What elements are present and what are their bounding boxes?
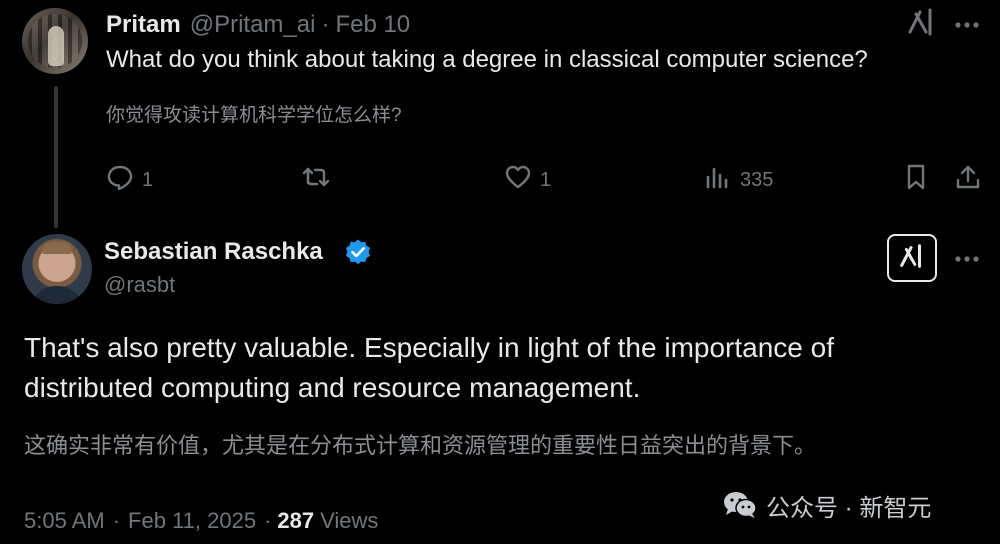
avatar-shirt xyxy=(30,286,84,304)
thread-line xyxy=(54,86,58,228)
like-count: 1 xyxy=(540,168,552,191)
more-icon[interactable] xyxy=(952,244,982,274)
bookmark-icon xyxy=(902,163,930,197)
grok-icon[interactable] xyxy=(906,6,938,38)
avatar[interactable] xyxy=(22,8,88,74)
grok-button[interactable] xyxy=(887,234,937,282)
avatar[interactable] xyxy=(22,234,92,304)
separator: · xyxy=(321,11,330,38)
share-icon xyxy=(954,163,982,197)
views-count[interactable]: 287 xyxy=(277,508,314,534)
verified-badge-icon[interactable] xyxy=(344,238,372,266)
tweet-text: What do you think about taking a degree … xyxy=(106,46,868,73)
tweet-text: That's also pretty valuable. Especially … xyxy=(24,332,834,403)
tweet-actions: 1 1 335 xyxy=(106,160,986,200)
share-button[interactable] xyxy=(954,160,982,200)
avatar-figure xyxy=(48,26,64,66)
views-button[interactable]: 335 xyxy=(704,160,773,200)
separator: · xyxy=(264,508,272,533)
bookmark-button[interactable] xyxy=(902,160,930,200)
tweet-date[interactable]: Feb 10 xyxy=(335,11,410,39)
reply-icon xyxy=(106,163,134,197)
retweet-button[interactable] xyxy=(302,160,338,200)
retweet-icon xyxy=(302,163,330,197)
tweet-date[interactable]: Feb 11, 2025 xyxy=(128,508,256,534)
more-icon[interactable] xyxy=(952,10,982,40)
wechat-icon xyxy=(722,490,758,520)
separator: · xyxy=(112,508,121,533)
tweet-time[interactable]: 5:05 AM xyxy=(24,508,105,534)
views-icon xyxy=(704,163,732,197)
reply-count: 1 xyxy=(142,168,154,191)
like-button[interactable]: 1 xyxy=(504,160,551,200)
tweet-translation: 这确实非常有价值，尤其是在分布式计算和资源管理的重要性日益突出的背景下。 xyxy=(24,433,817,458)
tweet-header: Pritam @Pritam_ai · Feb 10 xyxy=(106,11,410,41)
grok-icon xyxy=(897,241,927,276)
author-handle[interactable]: @rasbt xyxy=(104,272,175,298)
tweet-translation: 你觉得攻读计算机科学学位怎么样? xyxy=(106,105,402,126)
views-count: 335 xyxy=(740,168,774,191)
author-name[interactable]: Pritam xyxy=(106,11,181,39)
watermark: 公众号 · 新智元 xyxy=(722,488,931,522)
like-icon xyxy=(504,163,532,197)
tweet-meta: 5:05 AM · Feb 11, 2025 · 287 Views xyxy=(24,508,378,534)
watermark-text: 公众号 · 新智元 xyxy=(766,494,932,522)
author-handle[interactable]: @Pritam_ai xyxy=(190,11,316,39)
views-label: Views xyxy=(320,508,379,533)
reply-button[interactable]: 1 xyxy=(106,160,153,200)
avatar-hair xyxy=(42,242,72,254)
author-name[interactable]: Sebastian Raschka xyxy=(104,238,323,266)
